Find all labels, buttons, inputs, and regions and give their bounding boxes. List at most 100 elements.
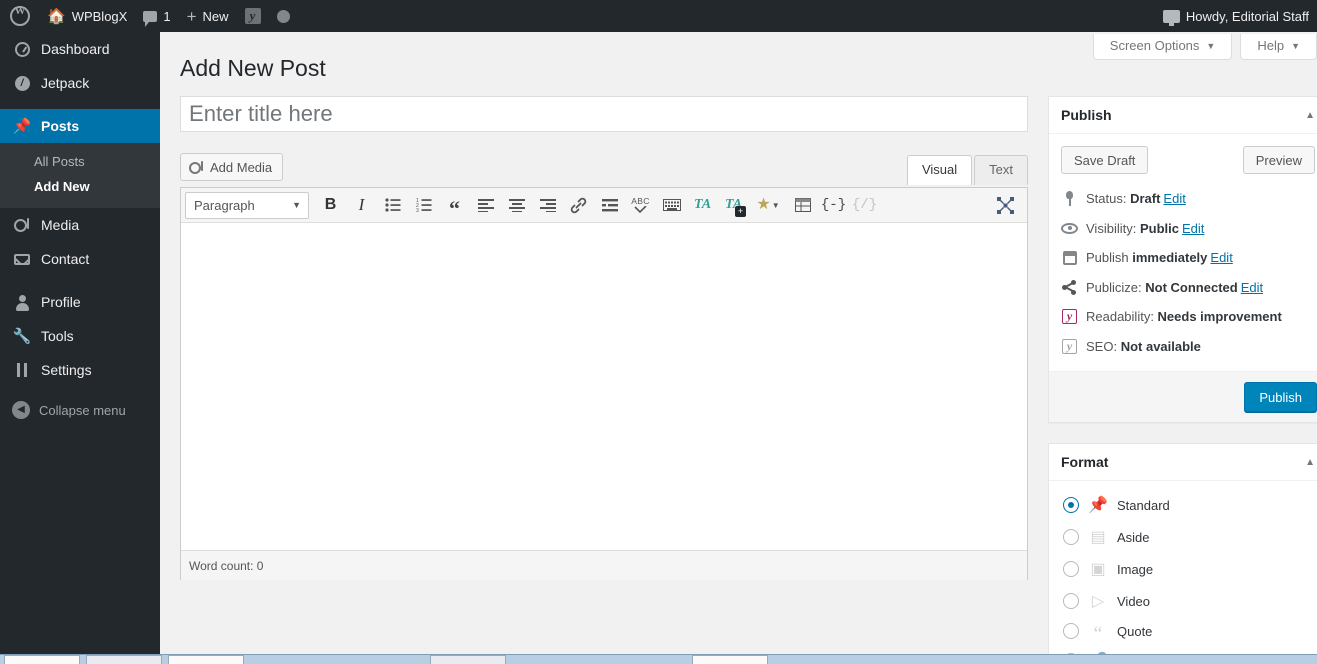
screen-meta-links: Screen Options ▼ Help ▼ bbox=[1085, 34, 1317, 60]
major-publishing-actions: Publish bbox=[1049, 371, 1317, 422]
plus-icon: + bbox=[186, 6, 197, 26]
edit-status-link[interactable]: Edit bbox=[1163, 191, 1185, 206]
radio-quote[interactable] bbox=[1063, 623, 1079, 639]
jetpack-icon: / bbox=[12, 75, 32, 91]
taskbar-button[interactable] bbox=[430, 655, 506, 664]
site-name-menu-item[interactable]: 🏠 WPBlogX bbox=[39, 0, 135, 32]
edit-visibility-link[interactable]: Edit bbox=[1182, 221, 1204, 236]
posts-submenu: All Posts Add New bbox=[0, 143, 160, 208]
distraction-free-button[interactable] bbox=[990, 192, 1021, 219]
bold-button[interactable]: B bbox=[315, 192, 346, 219]
pin-icon bbox=[1061, 191, 1078, 207]
admin-sidebar-menu: Dashboard / Jetpack 📌 Posts All Posts Ad… bbox=[0, 32, 168, 664]
taskbar-button[interactable] bbox=[86, 655, 162, 664]
screen-options-button[interactable]: Screen Options ▼ bbox=[1092, 34, 1233, 60]
radio-image[interactable] bbox=[1063, 561, 1079, 577]
sidebar-item-tools[interactable]: 🔧 Tools bbox=[0, 319, 160, 353]
spellcheck-button[interactable]: ABC bbox=[625, 192, 656, 219]
paragraph-format-select[interactable]: Paragraph ▼ bbox=[185, 191, 309, 219]
menu-separator bbox=[0, 276, 160, 285]
checkmark-icon bbox=[634, 205, 647, 213]
tab-visual[interactable]: Visual bbox=[906, 155, 973, 185]
edit-schedule-link[interactable]: Edit bbox=[1210, 250, 1232, 265]
sidebar-item-label: Tools bbox=[41, 328, 74, 344]
format-option-video[interactable]: ▷ Video bbox=[1061, 585, 1315, 617]
format-option-standard[interactable]: 📌 Standard bbox=[1061, 489, 1315, 521]
format-option-quote[interactable]: “ Quote bbox=[1061, 617, 1315, 645]
status-text: Status: Draft Edit bbox=[1086, 189, 1186, 209]
sidebar-item-dashboard[interactable]: Dashboard bbox=[0, 32, 160, 66]
howdy-label: Howdy, Editorial Staff bbox=[1185, 8, 1309, 24]
align-right-button[interactable] bbox=[532, 192, 563, 219]
format-label: Quote bbox=[1117, 623, 1153, 639]
visibility-value: Public bbox=[1139, 220, 1179, 236]
new-content-menu-item[interactable]: + New bbox=[179, 0, 237, 32]
admin-bar-right: Howdy, Editorial Staff bbox=[1155, 0, 1317, 32]
italic-button[interactable]: I bbox=[346, 192, 377, 219]
radio-standard[interactable] bbox=[1063, 497, 1079, 513]
calendar-icon bbox=[1061, 250, 1078, 265]
editor-container: Paragraph ▼ B I 1 2 3 “ ABC TA TA + ★ ▼ … bbox=[180, 187, 1028, 580]
bulleted-list-button[interactable] bbox=[377, 192, 408, 219]
add-media-label: Add Media bbox=[210, 159, 273, 175]
blockquote-button[interactable]: “ bbox=[439, 192, 470, 220]
media-buttons: Add Media bbox=[180, 153, 284, 181]
radio-aside[interactable] bbox=[1063, 529, 1079, 545]
shortcode-button[interactable]: {-} bbox=[818, 192, 849, 219]
post-title-input[interactable] bbox=[180, 96, 1028, 132]
readability-label: Readability: bbox=[1086, 309, 1158, 324]
collapse-menu-button[interactable]: ◀ Collapse menu bbox=[0, 393, 160, 427]
insert-read-more-button[interactable] bbox=[594, 192, 625, 219]
taskbar-button[interactable] bbox=[4, 655, 80, 664]
editor-content-area[interactable] bbox=[181, 223, 1027, 550]
tab-text[interactable]: Text bbox=[974, 155, 1028, 185]
os-taskbar bbox=[0, 654, 1317, 664]
yoast-red-icon: y bbox=[1061, 309, 1078, 325]
edit-publicize-link[interactable]: Edit bbox=[1241, 280, 1263, 295]
toolbar-toggle-button[interactable] bbox=[656, 192, 687, 219]
yoast-menu-item[interactable]: y bbox=[237, 0, 269, 32]
main-content-area: Screen Options ▼ Help ▼ Add New Post Add… bbox=[160, 32, 1317, 664]
help-button[interactable]: Help ▼ bbox=[1240, 34, 1317, 60]
publish-button[interactable]: Publish bbox=[1244, 382, 1317, 412]
star-shortcodes-button[interactable]: ★ ▼ bbox=[749, 192, 787, 219]
preview-button[interactable]: Preview bbox=[1242, 146, 1315, 174]
status-dot-menu-item[interactable] bbox=[269, 0, 298, 32]
numbered-list-button[interactable]: 1 2 3 bbox=[408, 192, 439, 219]
add-media-button[interactable]: Add Media bbox=[180, 153, 284, 181]
save-draft-button[interactable]: Save Draft bbox=[1061, 146, 1149, 174]
sidebar-item-posts[interactable]: 📌 Posts bbox=[0, 109, 168, 143]
wp-logo-menu-item[interactable] bbox=[0, 0, 39, 32]
sidebar-item-profile[interactable]: Profile bbox=[0, 285, 160, 319]
comments-menu-item[interactable]: 1 bbox=[135, 0, 178, 32]
sidebar-item-all-posts[interactable]: All Posts bbox=[0, 149, 160, 174]
insert-table-button[interactable] bbox=[787, 192, 818, 219]
align-left-button[interactable] bbox=[470, 192, 501, 219]
text-color-button[interactable]: TA bbox=[687, 192, 718, 219]
my-account-menu-item[interactable]: Howdy, Editorial Staff bbox=[1155, 0, 1317, 32]
radio-video[interactable] bbox=[1063, 593, 1079, 609]
align-center-button[interactable] bbox=[501, 192, 532, 219]
format-option-aside[interactable]: ▤ Aside bbox=[1061, 521, 1315, 553]
sidebar-item-settings[interactable]: Settings bbox=[0, 353, 160, 387]
insert-link-button[interactable] bbox=[563, 192, 594, 219]
custom-code-button[interactable]: {/} bbox=[849, 192, 880, 219]
sidebar-item-jetpack[interactable]: / Jetpack bbox=[0, 66, 160, 100]
collapse-chevron-icon[interactable]: ▲ bbox=[1305, 457, 1315, 468]
add-text-style-button[interactable]: TA + bbox=[718, 192, 749, 219]
numbered-list-icon: 1 2 3 bbox=[416, 198, 431, 212]
yoast-seo-icon: y bbox=[244, 8, 261, 24]
taskbar-button[interactable] bbox=[692, 655, 768, 664]
sidebar-item-contact[interactable]: Contact bbox=[0, 242, 160, 276]
format-label: Aside bbox=[1117, 529, 1150, 545]
sidebar-item-media[interactable]: Media bbox=[0, 208, 160, 242]
sidebar-item-add-new[interactable]: Add New bbox=[0, 174, 160, 199]
chevron-left-circle-icon: ◀ bbox=[12, 401, 30, 419]
comment-bubble-icon bbox=[143, 10, 158, 27]
format-option-image[interactable]: ▣ Image bbox=[1061, 553, 1315, 585]
pin-icon: 📌 bbox=[1088, 497, 1108, 514]
schedule-value: immediately bbox=[1132, 250, 1208, 265]
taskbar-button[interactable] bbox=[168, 655, 244, 664]
collapse-chevron-icon[interactable]: ▲ bbox=[1305, 110, 1315, 121]
schedule-label: Publish bbox=[1086, 250, 1133, 265]
